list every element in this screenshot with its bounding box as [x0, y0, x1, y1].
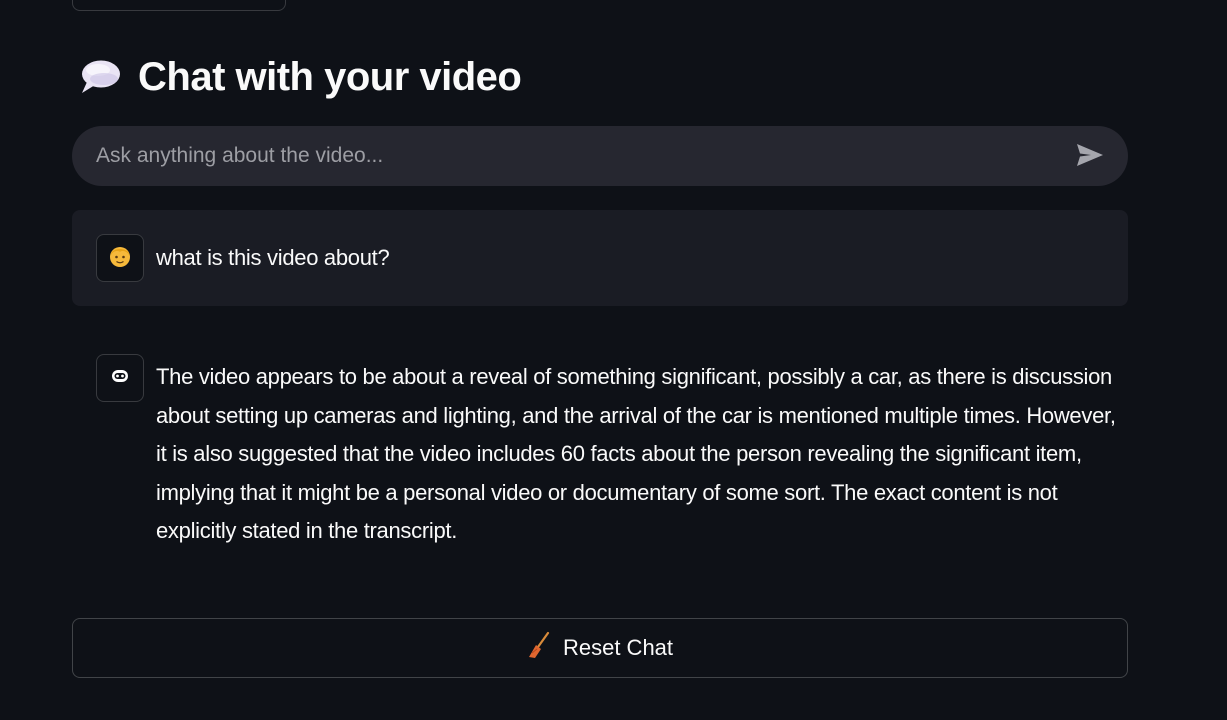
chat-input-container: [72, 126, 1128, 186]
send-button[interactable]: [1064, 130, 1116, 182]
page-title: Chat with your video: [78, 52, 522, 102]
user-avatar: [96, 234, 144, 282]
chat-input[interactable]: [72, 126, 1064, 186]
user-message-text: what is this video about?: [156, 245, 390, 270]
reset-chat-label: Reset Chat: [562, 635, 674, 660]
assistant-message-text: The video appears to be about a reveal o…: [156, 364, 1116, 543]
chat-message-assistant: The video appears to be about a reveal o…: [72, 330, 1128, 560]
page-title-text: Chat with your video: [138, 54, 522, 99]
reset-chat-button[interactable]: Reset Chat: [72, 618, 1128, 678]
app-main: Chat with your video what i: [0, 0, 1227, 720]
chat-message-user: what is this video about?: [72, 210, 1128, 306]
assistant-avatar: [96, 354, 144, 402]
previous-widget-edge: [72, 0, 286, 11]
broom-icon: [527, 631, 551, 665]
user-face-icon: [107, 243, 133, 274]
speech-balloon-icon: [78, 55, 122, 99]
robot-face-icon: [110, 366, 130, 391]
send-arrow-icon: [1075, 142, 1105, 171]
